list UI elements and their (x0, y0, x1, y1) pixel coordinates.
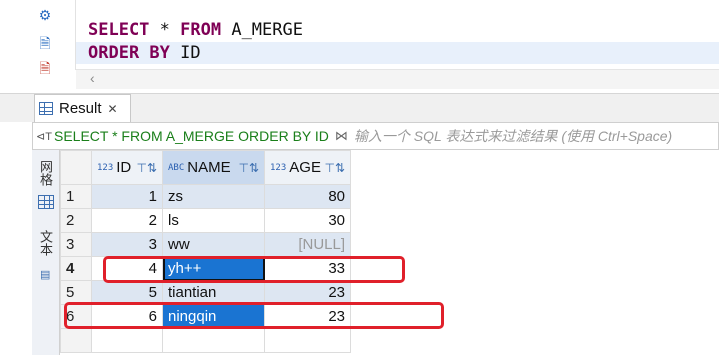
column-header-name[interactable]: ABC NAME ⊤⇅ (162, 150, 265, 185)
grid-icon (39, 102, 53, 115)
grid-view-icon[interactable] (38, 195, 54, 209)
table-row-empty (60, 328, 351, 353)
keyword-from: FROM (180, 20, 222, 40)
column-label: ID (116, 159, 132, 176)
filter-history-icon[interactable]: ⊲T (36, 130, 54, 143)
cell-name[interactable]: ls (162, 208, 265, 233)
keyword-select: SELECT (88, 20, 150, 40)
column-label: NAME (187, 159, 231, 176)
editor-gutter: ⚙ 🗎 🗎 (0, 0, 58, 93)
filter-query-text: SELECT * FROM A_MERGE ORDER BY ID (54, 128, 329, 144)
cell-id[interactable]: 5 (91, 280, 163, 305)
cell-id[interactable]: 3 (91, 232, 163, 257)
empty-cell (162, 328, 265, 353)
cell-name[interactable]: ww (162, 232, 265, 257)
result-tabbar: Result ✕ (0, 93, 719, 122)
empty-cell (91, 328, 163, 353)
cell-name[interactable]: zs (162, 184, 265, 209)
scroll-left-icon[interactable]: ‹ (90, 70, 95, 86)
tab-text[interactable]: 文本 (36, 230, 55, 256)
sort-filter-icon[interactable]: ⊤⇅ (136, 161, 157, 175)
numeric-type-icon: 123 (97, 162, 114, 173)
row-number[interactable]: 3 (60, 232, 92, 257)
cell-age[interactable]: [NULL] (264, 232, 351, 257)
keyword-order-by: ORDER BY (88, 43, 170, 63)
row-number[interactable]: 4 (60, 256, 92, 281)
filter-icon: ⋈ (334, 128, 348, 143)
tab-result[interactable]: Result ✕ (34, 94, 131, 122)
row-number (60, 328, 92, 353)
sort-filter-icon[interactable]: ⊤⇅ (324, 161, 345, 175)
cell-age[interactable]: 30 (264, 208, 351, 233)
script-icon[interactable]: 🗎 (36, 35, 54, 54)
editor-horizontal-scrollbar[interactable]: ‹ (76, 69, 719, 89)
table-row[interactable]: 5 5 tiantian 23 (60, 280, 351, 305)
cell-id[interactable]: 2 (91, 208, 163, 233)
text-type-icon: ABC (168, 162, 185, 173)
tab-result-label: Result (59, 100, 102, 117)
text-view-icon[interactable]: ▤ (40, 268, 50, 281)
highlight-box-row-4 (103, 256, 405, 283)
row-number[interactable]: 5 (60, 280, 92, 305)
close-icon[interactable]: ✕ (108, 102, 118, 116)
tab-grid[interactable]: 网格 (36, 160, 55, 186)
column-header-id[interactable]: 123 ID ⊤⇅ (91, 150, 163, 185)
empty-cell (264, 328, 351, 353)
gear-icon[interactable]: ⚙ (36, 6, 54, 24)
filter-input[interactable]: 输入一个 SQL 表达式来过滤结果 (使用 Ctrl+Space) (354, 126, 672, 146)
row-number[interactable]: 2 (60, 208, 92, 233)
code-line-1[interactable]: SELECT * FROM A_MERGE (88, 20, 303, 40)
table-row[interactable]: 1 1 zs 80 (60, 184, 351, 209)
table-row[interactable]: 2 2 ls 30 (60, 208, 351, 233)
cell-age[interactable]: 80 (264, 184, 351, 209)
sql-editor[interactable]: ⚙ 🗎 🗎 SELECT * FROM A_MERGE ORDER BY ID … (0, 0, 719, 93)
cell-age[interactable]: 23 (264, 280, 351, 305)
code-text: A_MERGE (221, 20, 303, 40)
column-label: AGE (289, 159, 321, 176)
code-text: * (149, 20, 181, 40)
filter-bar: ⊲T SELECT * FROM A_MERGE ORDER BY ID ⋈ 输… (32, 122, 719, 150)
script-warning-icon[interactable]: 🗎 (36, 60, 54, 79)
numeric-type-icon: 123 (270, 162, 287, 173)
sort-filter-icon[interactable]: ⊤⇅ (238, 161, 259, 175)
highlight-box-row-6 (64, 302, 444, 329)
column-header-age[interactable]: 123 AGE ⊤⇅ (264, 150, 351, 185)
row-number-header[interactable] (60, 150, 92, 185)
code-line-2[interactable]: ORDER BY ID (88, 43, 201, 63)
view-switcher: 网格 文本 ▤ (32, 150, 60, 355)
cell-name[interactable]: tiantian (162, 280, 265, 305)
row-number[interactable]: 1 (60, 184, 92, 209)
cell-id[interactable]: 1 (91, 184, 163, 209)
grid-header-row: 123 ID ⊤⇅ ABC NAME ⊤⇅ 123 AGE ⊤⇅ (60, 150, 351, 185)
code-text: ID (169, 43, 201, 63)
table-row[interactable]: 3 3 ww [NULL] (60, 232, 351, 257)
